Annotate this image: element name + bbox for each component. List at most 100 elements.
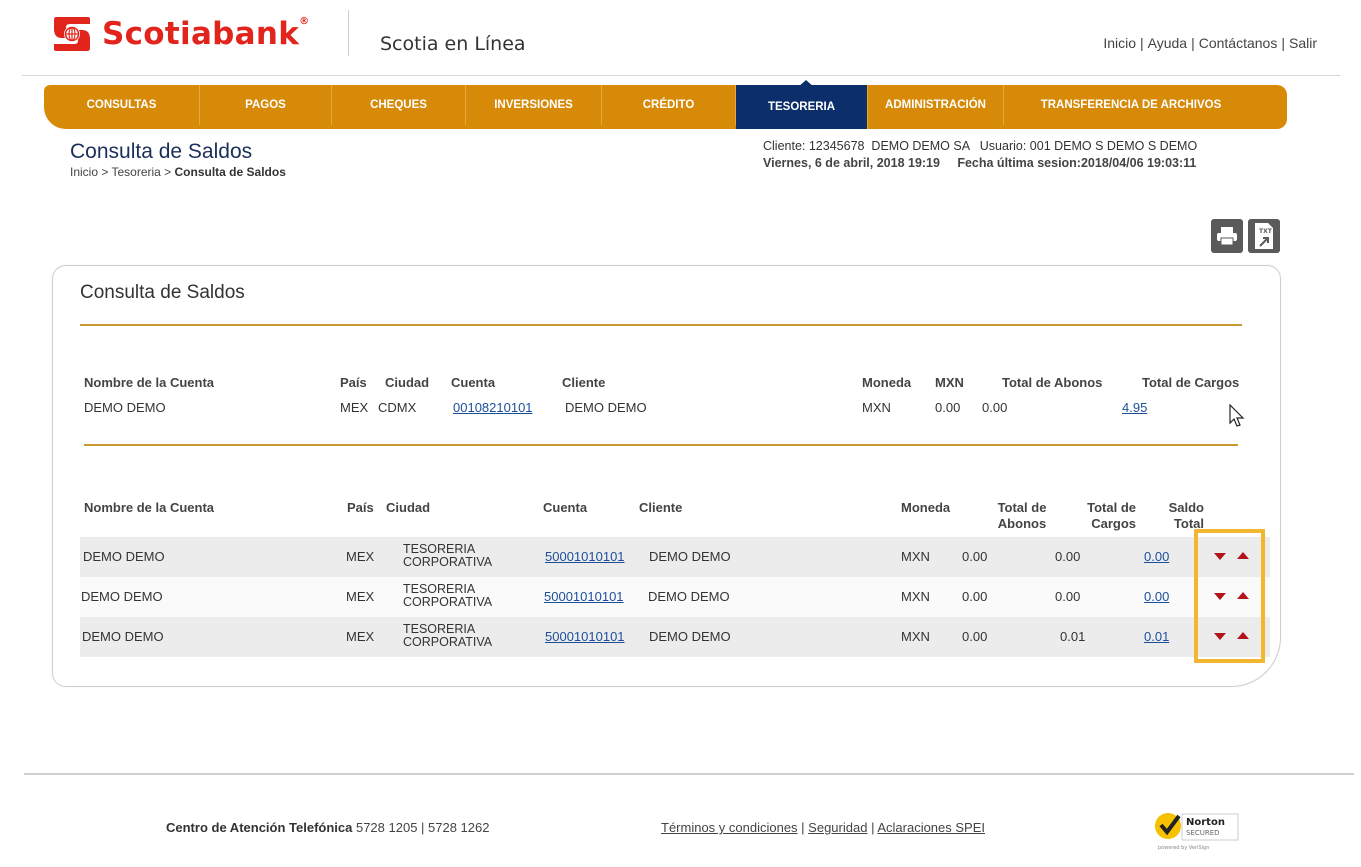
row3-currency: MXN — [901, 629, 930, 644]
breadcrumb-current: Consulta de Saldos — [174, 165, 286, 179]
row1-credits: 0.00 — [962, 549, 988, 564]
nav-transferencia-archivos[interactable]: TRANSFERENCIA DE ARCHIVOS — [1004, 85, 1258, 125]
footer-links: Términos y condiciones | Seguridad | Acl… — [661, 820, 986, 835]
sum-header-mxn: MXN — [935, 375, 964, 390]
sum-name: DEMO DEMO — [84, 400, 166, 415]
scotiabank-logo[interactable]: Scotiabank® — [50, 14, 309, 54]
txt-export-icon: TXT — [1255, 223, 1273, 249]
nav-inversiones[interactable]: INVERSIONES — [466, 85, 602, 125]
link-inicio[interactable]: Inicio — [1103, 35, 1136, 51]
nav-administracion[interactable]: ADMINISTRACIÓN — [868, 85, 1004, 125]
footer-phone: Centro de Atención Telefónica 5728 1205 … — [166, 820, 490, 835]
row3-balance-link[interactable]: 0.01 — [1144, 629, 1169, 644]
det-header-account: Cuenta — [543, 500, 588, 515]
row2-account-link[interactable]: 50001010101 — [544, 589, 624, 604]
link-ayuda[interactable]: Ayuda — [1148, 35, 1187, 51]
printer-icon — [1217, 227, 1237, 246]
header-divider — [348, 10, 349, 56]
sum-mxn: 0.00 — [935, 400, 961, 415]
link-contactanos[interactable]: Contáctanos — [1199, 35, 1278, 51]
top-links: Inicio | Ayuda | Contáctanos | Salir — [1103, 35, 1317, 51]
row2-balance-link[interactable]: 0.00 — [1144, 589, 1169, 604]
main-nav: CONSULTAS PAGOS CHEQUES INVERSIONES CRÉD… — [44, 85, 1287, 129]
row2-city: TESORERIA CORPORATIVA — [403, 582, 493, 609]
nav-pagos[interactable]: PAGOS — [200, 85, 332, 125]
row3-debits: 0.01 — [1060, 629, 1086, 644]
row3-credits: 0.00 — [962, 629, 988, 644]
row1-name: DEMO DEMO — [83, 549, 165, 564]
sum-header-account: Cuenta — [451, 375, 496, 390]
row1-currency: MXN — [901, 549, 930, 564]
sum-header-name: Nombre de la Cuenta — [84, 375, 215, 390]
row1-city: TESORERIA CORPORATIVA — [403, 542, 493, 569]
svg-text:SECURED: SECURED — [1186, 829, 1220, 837]
sum-account-link[interactable]: 00108210101 — [453, 400, 533, 415]
row3-city: TESORERIA CORPORATIVA — [403, 622, 493, 649]
link-salir[interactable]: Salir — [1289, 35, 1317, 51]
client-line: Cliente: 12345678 DEMO DEMO SA Usuario: … — [763, 139, 1198, 153]
page-title: Consulta de Saldos — [70, 140, 253, 163]
det-header-credits: Total de Abonos — [997, 500, 1047, 531]
sum-city: CDMX — [378, 400, 417, 415]
nav-consultas[interactable]: CONSULTAS — [44, 85, 200, 125]
row2-debits: 0.00 — [1055, 589, 1081, 604]
gold-divider-mid — [84, 444, 1238, 446]
sum-debits-link[interactable]: 4.95 — [1122, 400, 1147, 415]
mouse-cursor-icon — [1229, 403, 1245, 433]
print-button[interactable] — [1211, 219, 1243, 253]
svg-text:powered by VeriSign: powered by VeriSign — [1158, 845, 1209, 851]
session-line: Viernes, 6 de abril, 2018 19:19 Fecha úl… — [763, 156, 1197, 170]
row1-country: MEX — [346, 549, 375, 564]
row3-country: MEX — [346, 629, 375, 644]
footer-rule — [24, 773, 1354, 775]
export-txt-button[interactable]: TXT — [1248, 219, 1280, 253]
header-rule — [22, 75, 1340, 76]
nav-tesoreria[interactable]: TESORERIA — [736, 85, 868, 129]
row1-debits: 0.00 — [1055, 549, 1081, 564]
det-header-client: Cliente — [639, 500, 683, 515]
row2-country: MEX — [346, 589, 375, 604]
breadcrumb-path[interactable]: Inicio > Tesoreria > — [70, 165, 175, 179]
det-header-country: País — [347, 500, 374, 515]
sum-header-country: País — [340, 375, 367, 390]
sum-header-client: Cliente — [562, 375, 606, 390]
sum-country: MEX — [340, 400, 369, 415]
breadcrumb: Inicio > Tesoreria > Consulta de Saldos — [70, 165, 286, 179]
row3-account-link[interactable]: 50001010101 — [545, 629, 625, 644]
sum-header-debits: Total de Cargos — [1142, 375, 1240, 390]
nav-cheques[interactable]: CHEQUES — [332, 85, 466, 125]
row2-name: DEMO DEMO — [81, 589, 163, 604]
sum-credits: 0.00 — [982, 400, 1008, 415]
sum-header-credits: Total de Abonos — [1002, 375, 1103, 390]
sum-client: DEMO DEMO — [565, 400, 647, 415]
svg-text:Norton: Norton — [1186, 817, 1225, 828]
sum-currency: MXN — [862, 400, 891, 415]
row2-client: DEMO DEMO — [648, 589, 730, 604]
det-header-currency: Moneda — [901, 500, 951, 515]
sum-header-city: Ciudad — [385, 375, 430, 390]
row1-account-link[interactable]: 50001010101 — [545, 549, 625, 564]
gold-divider-top — [80, 324, 1242, 326]
link-aclaraciones-spei[interactable]: Aclaraciones SPEI — [877, 820, 985, 835]
row3-name: DEMO DEMO — [82, 629, 164, 644]
row2-credits: 0.00 — [962, 589, 988, 604]
norton-secured-seal[interactable]: Norton SECURED powered by VeriSign — [1152, 802, 1244, 852]
link-seguridad[interactable]: Seguridad — [808, 820, 867, 835]
row3-client: DEMO DEMO — [649, 629, 731, 644]
row1-balance-link[interactable]: 0.00 — [1144, 549, 1169, 564]
panel-title: Consulta de Saldos — [80, 282, 245, 303]
brand-name: Scotiabank® — [102, 16, 310, 52]
det-header-debits: Total de Cargos — [1087, 500, 1136, 531]
svg-text:TXT: TXT — [1259, 228, 1273, 235]
app-name: Scotia en Línea — [380, 33, 526, 55]
det-header-name: Nombre de la Cuenta — [84, 500, 215, 515]
sum-header-currency: Moneda — [862, 375, 912, 390]
client-info: Cliente: 12345678 DEMO DEMO SA Usuario: … — [763, 138, 1197, 172]
link-terminos[interactable]: Términos y condiciones — [661, 820, 798, 835]
nav-credito[interactable]: CRÉDITO — [602, 85, 736, 125]
row2-currency: MXN — [901, 589, 930, 604]
sort-arrows-highlight — [1194, 529, 1265, 663]
det-header-balance: Saldo Total — [1168, 500, 1204, 531]
row1-client: DEMO DEMO — [649, 549, 731, 564]
scotiabank-s-logo-icon — [50, 14, 94, 54]
